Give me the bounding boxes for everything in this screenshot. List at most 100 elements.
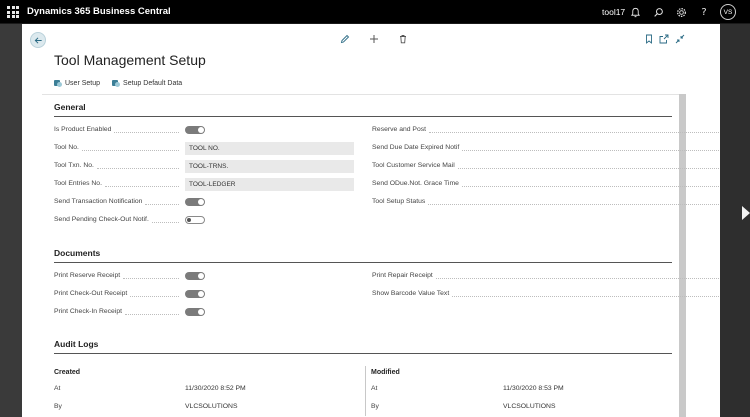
left-gutter	[0, 24, 22, 417]
bookmark-icon[interactable]	[642, 32, 656, 46]
audit-modified-by-value: VLCSOLUTIONS	[503, 403, 556, 410]
toggle-is-product-enabled[interactable]	[185, 126, 205, 134]
toggle-send-transaction-notification[interactable]	[185, 198, 205, 206]
field-send-pending-check-out-notif: Send Pending Check-Out Notif.	[54, 214, 354, 227]
field-label-tool-customer-service-mail: Tool Customer Service Mail	[372, 162, 455, 169]
field-tool-no: Tool No. TOOL NO.	[54, 142, 354, 155]
field-label-print-repair-receipt: Print Repair Receipt	[372, 272, 433, 279]
field-label-send-transaction-notification: Send Transaction Notification	[54, 198, 143, 205]
field-label-tool-no: Tool No.	[54, 144, 79, 151]
field-leader-dots	[457, 168, 720, 169]
input-tool-no[interactable]: TOOL NO.	[185, 142, 354, 155]
field-leader-dots	[104, 186, 179, 187]
toggle-send-pending-check-out-notif[interactable]	[185, 216, 205, 224]
section-audit-divider	[54, 353, 672, 354]
edit-icon[interactable]	[338, 32, 352, 46]
field-leader-dots	[145, 204, 179, 205]
page-title: Tool Management Setup	[54, 52, 206, 68]
field-label-reserve-and-post: Reserve and Post	[372, 126, 427, 133]
field-leader-dots	[81, 150, 179, 151]
audit-modified-at-value: 11/30/2020 8:53 PM	[503, 385, 564, 392]
expand-arrow-icon[interactable]	[742, 206, 750, 220]
field-print-check-in-receipt: Print Check-In Receipt	[54, 306, 354, 319]
delete-icon[interactable]	[396, 32, 410, 46]
gear-icon[interactable]	[674, 5, 688, 19]
field-leader-dots	[123, 278, 179, 279]
field-tool-customer-service-mail: Tool Customer Service Mailinfo@vlcsoluti…	[372, 160, 720, 173]
section-general-header[interactable]: General	[54, 102, 86, 112]
field-print-repair-receipt: Print Repair Receipt	[372, 270, 720, 283]
field-leader-dots	[429, 132, 720, 133]
setup-default-data-label: Setup Default Data	[123, 79, 183, 87]
search-icon[interactable]	[651, 5, 665, 19]
toggle-print-check-out-receipt[interactable]	[185, 290, 205, 298]
avatar[interactable]: VS	[720, 4, 736, 20]
field-label-show-barcode-value-text: Show Barcode Value Text	[372, 290, 450, 297]
field-label-print-check-in-receipt: Print Check-In Receipt	[54, 308, 122, 315]
input-tool-txn-no[interactable]: TOOL-TRNS.	[185, 160, 354, 173]
audit-modified-at-label: At	[371, 385, 378, 392]
field-send-due-date-expired-notif: Send Due Date Expired Notif	[372, 142, 720, 155]
field-reserve-and-post: Reserve and Post	[372, 124, 720, 137]
app-launcher-icon[interactable]	[7, 6, 19, 18]
audit-created-by-label: By	[54, 403, 62, 410]
field-tool-setup-status: Tool Setup StatusCompleted	[372, 196, 720, 209]
field-tool-entries-no: Tool Entries No. TOOL-LEDGER	[54, 178, 354, 191]
top-bar: Dynamics 365 Business Central tool17 ? V…	[0, 0, 750, 24]
field-leader-dots	[130, 296, 179, 297]
collapse-icon[interactable]	[673, 32, 687, 46]
field-label-is-product-enabled: Is Product Enabled	[54, 126, 112, 133]
field-leader-dots	[125, 314, 179, 315]
input-tool-entries-no[interactable]: TOOL-LEDGER	[185, 178, 354, 191]
field-label-tool-txn-no: Tool Txn. No.	[54, 162, 94, 169]
field-leader-dots	[96, 168, 179, 169]
field-label-send-due-date-expired-notif: Send Due Date Expired Notif	[372, 144, 460, 151]
user-setup-icon	[54, 79, 62, 87]
audit-modified-title: Modified	[371, 369, 400, 376]
field-label-print-reserve-receipt: Print Reserve Receipt	[54, 272, 121, 279]
field-leader-dots	[428, 204, 720, 205]
setup-default-data-icon	[112, 79, 121, 87]
field-leader-dots	[452, 296, 720, 297]
toggle-print-check-in-receipt[interactable]	[185, 308, 205, 316]
field-show-barcode-value-text: Show Barcode Value Text	[372, 288, 720, 301]
field-label-tool-entries-no: Tool Entries No.	[54, 180, 102, 187]
audit-modified-by-label: By	[371, 403, 379, 410]
audit-column-divider	[365, 366, 366, 416]
back-button[interactable]	[30, 32, 46, 48]
user-setup-action[interactable]: User Setup	[54, 79, 100, 87]
new-icon[interactable]	[367, 32, 381, 46]
section-documents-header[interactable]: Documents	[54, 248, 100, 258]
section-documents-divider	[54, 262, 672, 263]
audit-created-at-label: At	[54, 385, 61, 392]
toggle-print-reserve-receipt[interactable]	[185, 272, 205, 280]
user-setup-label: User Setup	[65, 79, 101, 87]
setup-default-data-action[interactable]: Setup Default Data	[112, 79, 182, 87]
action-bar: User Setup Setup Default Data	[54, 79, 182, 87]
section-general-divider	[54, 116, 672, 117]
bell-icon[interactable]	[628, 5, 642, 19]
field-leader-dots	[461, 186, 720, 187]
company-name[interactable]: tool17	[602, 7, 625, 17]
field-leader-dots	[114, 132, 179, 133]
field-leader-dots	[151, 222, 179, 223]
field-print-reserve-receipt: Print Reserve Receipt	[54, 270, 354, 283]
section-audit-header[interactable]: Audit Logs	[54, 339, 98, 349]
field-leader-dots	[435, 278, 720, 279]
field-is-product-enabled: Is Product Enabled	[54, 124, 354, 137]
arrow-left-icon	[34, 36, 42, 44]
audit-created-by-value: VLCSOLUTIONS	[185, 403, 238, 410]
audit-created-title: Created	[54, 369, 81, 376]
help-icon[interactable]: ?	[697, 5, 711, 19]
field-send-transaction-notification: Send Transaction Notification	[54, 196, 354, 209]
field-label-tool-setup-status: Tool Setup Status	[372, 198, 426, 205]
open-new-window-icon[interactable]	[657, 32, 671, 46]
field-label-send-odue-not-grace-time: Send ODue.Not. Grace Time	[372, 180, 459, 187]
app-title[interactable]: Dynamics 365 Business Central	[27, 6, 171, 17]
audit-created-at-value: 11/30/2020 8:52 PM	[185, 385, 246, 392]
toolbar-divider	[42, 94, 686, 95]
field-print-check-out-receipt: Print Check-Out Receipt	[54, 288, 354, 301]
field-label-send-pending-check-out-notif: Send Pending Check-Out Notif.	[54, 216, 149, 223]
field-send-odue-not-grace-time: Send ODue.Not. Grace Time5 minutes	[372, 178, 720, 191]
field-leader-dots	[462, 150, 720, 151]
